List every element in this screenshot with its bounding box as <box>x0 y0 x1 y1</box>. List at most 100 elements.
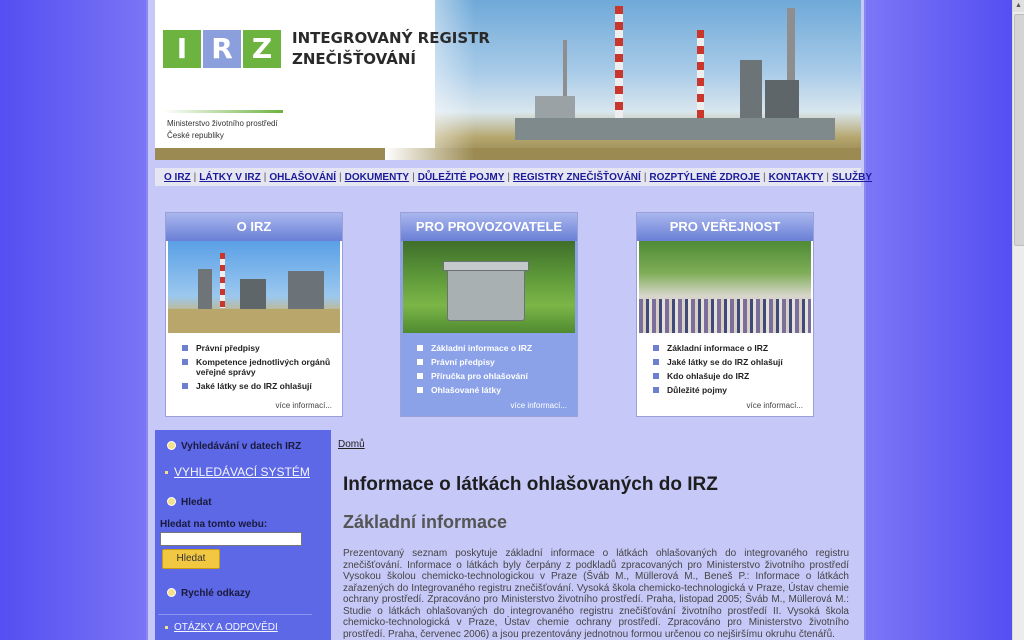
logo-letter-z: Z <box>243 30 281 68</box>
card-link[interactable]: Kompetence jednotlivých orgánů veřejné s… <box>182 357 342 377</box>
card-link-label: Kompetence jednotlivých orgánů veřejné s… <box>196 357 331 377</box>
vertical-scrollbar[interactable]: ▲ <box>1012 0 1024 640</box>
card-link-label: Právní předpisy <box>431 357 495 367</box>
bullet-icon <box>182 359 188 365</box>
card-link[interactable]: Jaké látky se do IRZ ohlašují <box>653 357 813 367</box>
nav-zdroje[interactable]: ROZPTÝLENÉ ZDROJE <box>646 172 763 183</box>
site-title-line2: ZNEČIŠŤOVÁNÍ <box>292 50 416 68</box>
refinery-unit <box>535 96 575 118</box>
bullet-icon <box>417 345 423 351</box>
nav-dokumenty[interactable]: DOKUMENTY <box>342 172 412 183</box>
bullet-icon <box>182 383 188 389</box>
page-title: Informace o látkách ohlašovaných do IRZ <box>343 474 718 495</box>
card-link[interactable]: Základní informace o IRZ <box>417 343 577 353</box>
nav-o-irz[interactable]: O IRZ <box>161 172 194 183</box>
container-lid <box>443 261 529 271</box>
card-link-label: Jaké látky se do IRZ ohlašují <box>196 381 312 391</box>
ground-strip <box>155 148 861 160</box>
ministry-label: Ministerstvo životního prostředí České r… <box>167 118 278 142</box>
breadcrumb-home[interactable]: Domů <box>338 439 365 450</box>
card-link-label: Právní předpisy <box>196 343 260 353</box>
bullet-icon <box>165 471 168 475</box>
page-background-left <box>0 0 152 640</box>
bullet-icon <box>417 387 423 393</box>
bullet-icon <box>653 373 659 379</box>
card-title: PRO PROVOZOVATELE <box>401 213 577 241</box>
chimney <box>220 253 225 308</box>
nav-registry[interactable]: REGISTRY ZNEČIŠŤOVÁNÍ <box>510 172 644 183</box>
refinery-image <box>168 241 340 333</box>
faq-link[interactable]: OTÁZKY A ODPOVĚDI <box>165 622 278 633</box>
card-link[interactable]: Právní předpisy <box>182 343 342 353</box>
search-button[interactable]: Hledat <box>162 549 220 569</box>
card-link-label: Základní informace o IRZ <box>667 343 769 353</box>
sidebar-heading-label: Rychlé odkazy <box>181 588 251 599</box>
header-fade <box>385 0 475 160</box>
card-link[interactable]: Důležité pojmy <box>653 385 813 395</box>
logo-letter-r: R <box>203 30 241 68</box>
bullet-icon <box>167 588 176 597</box>
card-link-label: Jaké látky se do IRZ ohlašují <box>667 357 783 367</box>
card-link[interactable]: Kdo ohlašuje do IRZ <box>653 371 813 381</box>
page-background-right <box>866 0 1012 640</box>
card-link-list: Základní informace o IRZ Jaké látky se d… <box>637 343 813 395</box>
nav-pojmy[interactable]: DŮLEŽITÉ POJMY <box>415 172 508 183</box>
sidebar-heading-label: Hledat <box>181 497 212 508</box>
container-image <box>403 241 575 333</box>
bullet-icon <box>417 359 423 365</box>
card-pro-verejnost[interactable]: PRO VEŘEJNOST Základní informace o IRZ J… <box>636 212 814 417</box>
sidebar-heading-label: Vyhledávání v datech IRZ <box>181 441 302 452</box>
search-input[interactable] <box>160 532 302 546</box>
card-link[interactable]: Příručka pro ohlašování <box>417 371 577 381</box>
header-divider <box>163 110 283 113</box>
card-link[interactable]: Základní informace o IRZ <box>653 343 813 353</box>
card-link[interactable]: Jaké látky se do IRZ ohlašují <box>182 381 342 391</box>
card-link[interactable]: Právní předpisy <box>417 357 577 367</box>
chimney <box>615 6 623 118</box>
bullet-icon <box>653 387 659 393</box>
nav-ohlasovani[interactable]: OHLAŠOVÁNÍ <box>266 172 339 183</box>
bullet-icon <box>165 625 168 629</box>
chimney <box>697 30 704 118</box>
more-info-link[interactable]: více informací... <box>511 401 567 410</box>
section-title: Základní informace <box>343 512 508 532</box>
bullet-icon <box>182 345 188 351</box>
more-info-link[interactable]: více informací... <box>747 401 803 410</box>
refinery-base <box>515 118 835 140</box>
ministry-line2: České republiky <box>167 131 224 140</box>
bullet-icon <box>653 345 659 351</box>
sidebar-heading-search: Hledat <box>167 497 212 508</box>
nav-kontakty[interactable]: KONTAKTY <box>766 172 827 183</box>
nav-sluzby[interactable]: SLUŽBY <box>829 172 875 183</box>
scrollbar-thumb[interactable] <box>1014 14 1024 246</box>
ground <box>168 309 340 333</box>
refinery-unit <box>288 271 324 309</box>
more-info-link[interactable]: více informací... <box>276 401 332 410</box>
card-link-label: Kdo ohlašuje do IRZ <box>667 371 750 381</box>
bullet-icon <box>167 441 176 450</box>
site-header: I R Z INTEGROVANÝ REGISTR ZNEČIŠŤOVÁNÍ M… <box>155 0 861 160</box>
irz-logo[interactable]: I R Z <box>163 30 281 68</box>
sidebar-heading-search-data: Vyhledávání v datech IRZ <box>167 441 301 452</box>
card-link-list: Základní informace o IRZ Právní předpisy… <box>401 343 577 395</box>
bullet-icon <box>653 359 659 365</box>
bullet-icon <box>417 373 423 379</box>
sidebar-divider <box>158 614 312 615</box>
faq-link-label: OTÁZKY A ODPOVĚDI <box>174 622 278 633</box>
main-navigation: O IRZ | LÁTKY V IRZ | OHLAŠOVÁNÍ | DOKUMENT… <box>155 168 872 186</box>
search-system-link[interactable]: VYHLEDÁVACÍ SYSTÉM <box>165 465 310 479</box>
bullet-icon <box>167 497 176 506</box>
card-o-irz[interactable]: O IRZ Právní předpisy Kompetence jednotl… <box>165 212 343 417</box>
nav-latky[interactable]: LÁTKY V IRZ <box>196 172 263 183</box>
site-title-line1: INTEGROVANÝ REGISTR <box>292 29 490 47</box>
refinery-column <box>740 60 762 118</box>
card-link-label: Důležité pojmy <box>667 385 727 395</box>
card-link[interactable]: Ohlašované látky <box>417 385 577 395</box>
scroll-up-arrow-icon[interactable]: ▲ <box>1013 0 1024 12</box>
card-link-label: Ohlašované látky <box>431 385 501 395</box>
body-paragraph: Prezentovaný seznam poskytuje základní i… <box>343 548 849 640</box>
page-container: I R Z INTEGROVANÝ REGISTR ZNEČIŠŤOVÁNÍ M… <box>146 0 872 640</box>
card-pro-provozovatele[interactable]: PRO PROVOZOVATELE Základní informace o I… <box>400 212 578 417</box>
site-title: INTEGROVANÝ REGISTR ZNEČIŠŤOVÁNÍ <box>292 28 490 70</box>
sidebar-heading-quick-links: Rychlé odkazy <box>167 588 250 599</box>
